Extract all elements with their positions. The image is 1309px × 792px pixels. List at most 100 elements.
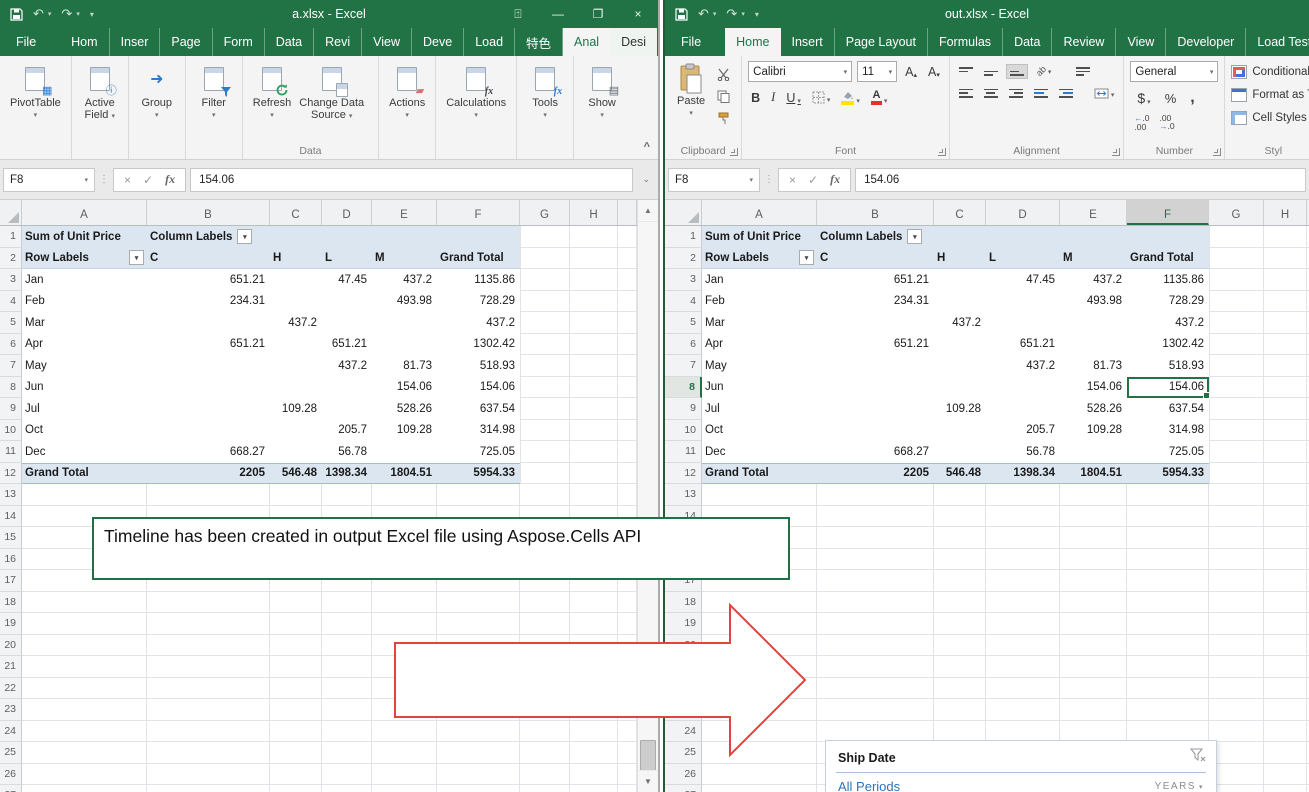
grid-cell[interactable] [520,463,570,485]
paste-button[interactable]: Paste▾ [671,61,711,141]
file-tab[interactable]: File [0,28,52,56]
column-labels-filter-dropdown-icon[interactable]: ▾ [907,229,922,244]
grid-cell[interactable] [986,678,1060,700]
grid-cell[interactable] [702,484,817,506]
pivot-cell[interactable] [147,420,270,442]
ribbon-tab-view[interactable]: View [1116,28,1166,56]
grid-cell[interactable] [1127,721,1209,743]
pivot-cell[interactable] [270,291,322,313]
grid-cell[interactable] [986,592,1060,614]
ribbon-display-options-icon[interactable]: ⍐ [498,7,538,22]
grid-cell[interactable] [1209,506,1264,528]
column-header-partial[interactable] [618,200,637,225]
grid-cell[interactable] [520,355,570,377]
save-icon[interactable] [10,8,23,21]
column-header-E[interactable]: E [372,200,437,225]
row-header-4[interactable]: 4 [665,291,702,313]
grid-cell[interactable] [570,226,618,248]
grid-cell[interactable] [817,527,934,549]
top-align-button[interactable] [956,65,976,78]
qat-customize-icon[interactable]: ▾ [755,10,759,19]
pivot-cell[interactable]: Column Labels▾ [817,226,934,248]
row-header-19[interactable]: 19 [0,613,22,635]
grid-cell[interactable] [986,699,1060,721]
pivot-cell[interactable]: 81.73 [1060,355,1127,377]
grid-cell[interactable] [934,699,986,721]
row-header-2[interactable]: 2 [0,248,22,270]
change-data-source-button[interactable]: Change DataSource ▾ [295,61,368,141]
pivot-cell[interactable]: 1398.34 [322,463,372,485]
grid-cell[interactable] [437,484,520,506]
grid-cell[interactable] [270,484,322,506]
wrap-text-button[interactable] [1073,66,1093,77]
grid-cell[interactable] [1264,635,1307,657]
pivot-cell[interactable]: 725.05 [1127,441,1209,463]
pivot-cell[interactable] [817,355,934,377]
grid-cell[interactable] [1209,312,1264,334]
grid-cell[interactable] [322,592,372,614]
clear-filter-icon[interactable] [1190,748,1206,768]
row-header-9[interactable]: 9 [665,398,702,420]
row-header-18[interactable]: 18 [0,592,22,614]
grid-cell[interactable] [1264,398,1307,420]
grid-cell[interactable] [1209,398,1264,420]
grid-cell[interactable] [934,570,986,592]
row-header-11[interactable]: 11 [0,441,22,463]
row-header-24[interactable]: 24 [0,721,22,743]
grid-cell[interactable] [817,721,934,743]
pivot-cell[interactable]: 154.06 [1060,377,1127,399]
grid-cell[interactable] [934,721,986,743]
pivot-cell[interactable] [934,226,986,248]
collapse-ribbon-icon[interactable]: ^ [644,141,650,153]
grid-cell[interactable] [1209,635,1264,657]
pivot-cell[interactable]: Jun [702,377,817,399]
pivot-cell[interactable] [322,291,372,313]
grid-cell[interactable] [1127,592,1209,614]
pivot-cell[interactable]: 234.31 [817,291,934,313]
pivot-cell[interactable] [934,420,986,442]
pivot-cell[interactable]: Apr [22,334,147,356]
grid-cell[interactable] [1060,721,1127,743]
grid-cell[interactable] [618,398,637,420]
grid-cell[interactable] [986,721,1060,743]
grid-cell[interactable] [1209,291,1264,313]
timeline-ship-date[interactable]: Ship Date All Periods YEARS▾ 02011201220… [825,740,1217,792]
grid-cell[interactable] [618,355,637,377]
column-header-G[interactable]: G [520,200,570,225]
grid-cell[interactable] [986,656,1060,678]
row-header-15[interactable]: 15 [0,527,22,549]
clipboard-dialog-launcher-icon[interactable] [730,148,738,156]
grid-cell[interactable] [520,334,570,356]
grid-cell[interactable] [1209,226,1264,248]
grid-cell[interactable] [1060,678,1127,700]
ribbon-tab-data[interactable]: Data [1003,28,1052,56]
grid-cell[interactable] [1209,441,1264,463]
grid-cell[interactable] [1209,334,1264,356]
grid-cell[interactable] [1264,506,1307,528]
grid-cell[interactable] [270,592,322,614]
grid-cell[interactable] [817,506,934,528]
merge-center-button[interactable]: ▾ [1091,87,1118,100]
row-header-9[interactable]: 9 [0,398,22,420]
pivot-cell[interactable] [934,291,986,313]
grid-cell[interactable] [618,334,637,356]
grid-cell[interactable] [986,549,1060,571]
undo-icon[interactable]: ↶ [33,6,44,22]
grid-cell[interactable] [618,248,637,270]
grid-cell[interactable] [1264,721,1307,743]
pivot-cell[interactable]: H [270,248,322,270]
grid-cell[interactable] [1264,248,1307,270]
cancel-icon[interactable]: × [789,173,796,187]
grid-cell[interactable] [1264,785,1307,792]
pivot-cell[interactable]: Grand Total [437,248,520,270]
font-dialog-launcher-icon[interactable] [938,148,946,156]
pivot-cell[interactable]: 728.29 [1127,291,1209,313]
grid-cell[interactable] [570,355,618,377]
pivot-cell[interactable]: 651.21 [986,334,1060,356]
formula-input[interactable]: 154.06 [190,168,633,192]
ribbon-tab-form[interactable]: Form [213,28,265,56]
grid-cell[interactable] [570,484,618,506]
pivot-cell[interactable]: 637.54 [437,398,520,420]
row-header-25[interactable]: 25 [0,742,22,764]
pivot-cell[interactable]: C [817,248,934,270]
